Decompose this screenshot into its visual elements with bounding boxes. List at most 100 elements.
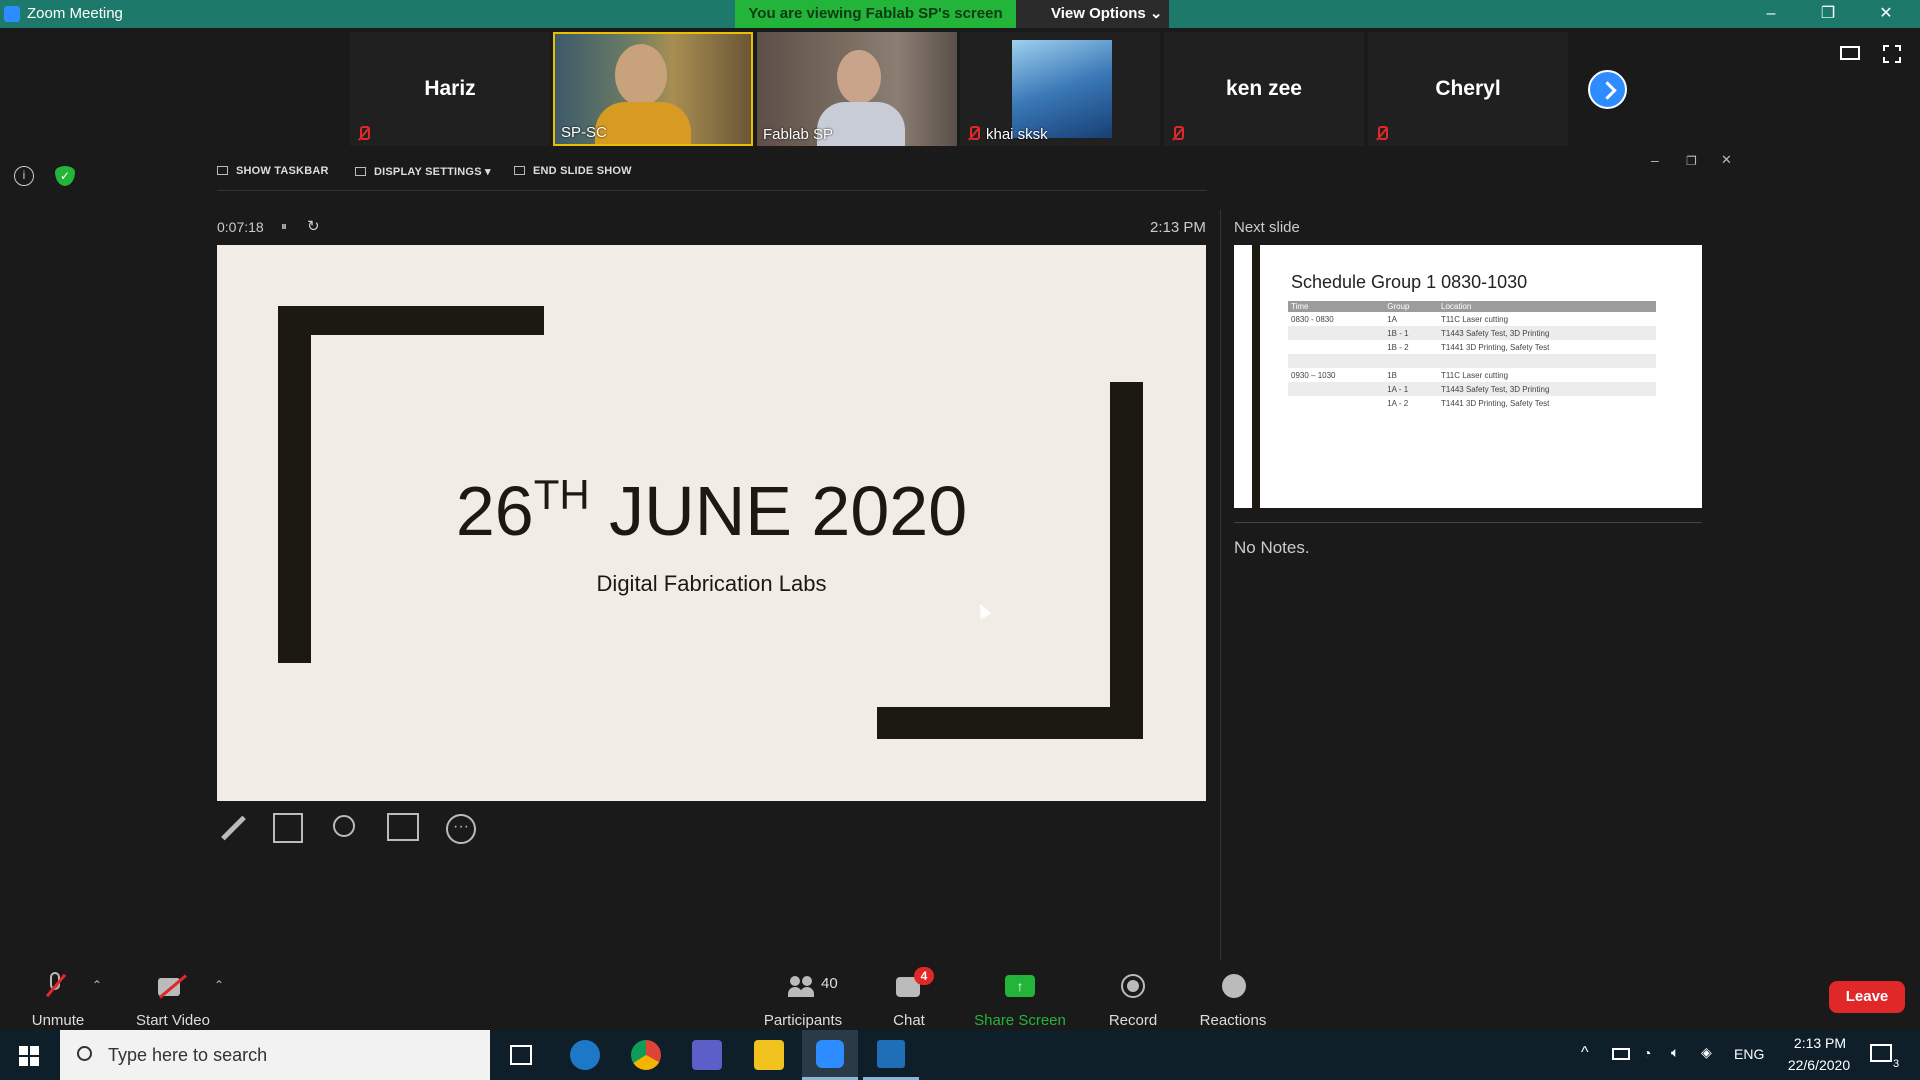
mic-muted-icon: [1170, 126, 1184, 142]
edge-browser-icon[interactable]: [570, 1040, 600, 1070]
table-cell: 1A - 1: [1384, 382, 1439, 396]
teams-icon[interactable]: [692, 1040, 722, 1070]
record-button[interactable]: Record: [1106, 1012, 1160, 1029]
table-cell: 1A - 2: [1387, 398, 1409, 408]
participant-tile[interactable]: khai sksk: [960, 32, 1160, 146]
unmute-button[interactable]: Unmute: [28, 1012, 88, 1029]
table-header: Location: [1438, 301, 1656, 312]
audio-options-caret-icon[interactable]: ⌃: [92, 978, 102, 992]
table-row: 1B - 2 T1441 3D Printing, Safety Test: [1288, 340, 1656, 354]
dropbox-icon[interactable]: ◈: [1701, 1044, 1712, 1061]
notes-divider: [1234, 522, 1702, 523]
share-screen-button[interactable]: Share Screen: [972, 1012, 1068, 1029]
participant-tile[interactable]: Hariz: [350, 32, 550, 146]
record-icon: [1121, 974, 1145, 998]
taskbar-time[interactable]: 2:13 PM: [1785, 1035, 1855, 1051]
participant-tile[interactable]: Fablab SP: [757, 32, 957, 146]
next-slide-preview[interactable]: Schedule Group 1 0830-1030 Time Group Lo…: [1234, 245, 1702, 508]
leave-meeting-button[interactable]: Leave: [1829, 981, 1905, 1013]
security-shield-icon[interactable]: ✓: [55, 166, 75, 186]
next-page-arrow-icon[interactable]: [1588, 70, 1627, 109]
table-cell: 1A: [1387, 314, 1398, 324]
participant-label: SP-SC: [561, 124, 607, 141]
minimize-button[interactable]: –: [1743, 0, 1799, 28]
video-options-caret-icon[interactable]: ⌃: [214, 978, 224, 992]
participant-face: [837, 50, 881, 104]
chat-button[interactable]: Chat: [889, 1012, 929, 1029]
slide-bracket-right: [1110, 382, 1143, 739]
photos-taskbar-button[interactable]: [863, 1030, 919, 1080]
slide-title-day: 26: [455, 472, 534, 550]
presenter-minimize-button[interactable]: –: [1651, 152, 1659, 168]
presenter-restore-button[interactable]: ❐: [1686, 154, 1697, 168]
all-slides-icon[interactable]: [273, 813, 303, 843]
chrome-browser-icon[interactable]: [631, 1040, 661, 1070]
pane-divider: [1220, 210, 1221, 964]
viewing-screen-banner: You are viewing Fablab SP's screen: [735, 0, 1016, 28]
mic-muted-icon: [44, 972, 68, 1002]
participants-button[interactable]: Participants: [760, 1012, 846, 1029]
notifications-count: 3: [1893, 1058, 1900, 1070]
view-layout-icon[interactable]: [1840, 46, 1860, 60]
pen-tool-icon[interactable]: [218, 813, 248, 843]
start-video-button[interactable]: Start Video: [133, 1012, 213, 1029]
battery-icon[interactable]: [1612, 1048, 1630, 1060]
presenter-divider: [217, 190, 1207, 191]
table-row: 0830 - 0830 1A T11C Laser cutting: [1288, 312, 1656, 326]
zoom-magnifier-icon[interactable]: [333, 815, 355, 837]
close-button[interactable]: ✕: [1858, 0, 1914, 28]
participant-name: Cheryl: [1435, 77, 1501, 100]
end-slide-show-button[interactable]: END SLIDE SHOW: [514, 165, 632, 177]
show-hidden-icons-icon[interactable]: ^: [1581, 1044, 1589, 1062]
speaker-notes: No Notes.: [1234, 538, 1310, 557]
table-cell: [1288, 354, 1385, 368]
end-show-icon: [514, 166, 525, 175]
more-options-icon[interactable]: ···: [446, 814, 476, 844]
table-cell: [1384, 354, 1439, 368]
table-cell: [1438, 354, 1656, 368]
table-cell: [1288, 340, 1384, 354]
view-options-button[interactable]: View Options ⌄: [1016, 0, 1169, 28]
mic-muted-icon: [966, 126, 980, 142]
table-row: 1A - 1 T1443 Safety Test, 3D Printing: [1288, 382, 1656, 396]
table-cell: T1443 Safety Test, 3D Printing: [1438, 326, 1656, 340]
notifications-icon[interactable]: [1870, 1044, 1892, 1062]
meeting-info-icon[interactable]: i: [14, 166, 34, 186]
file-explorer-icon[interactable]: [754, 1040, 784, 1070]
language-indicator[interactable]: ENG: [1734, 1046, 1764, 1062]
presenter-close-button[interactable]: ✕: [1721, 152, 1732, 168]
show-taskbar-button[interactable]: SHOW TASKBAR: [217, 165, 329, 177]
pause-timer-button[interactable]: ⏸: [281, 219, 287, 234]
end-slide-show-label: END SLIDE SHOW: [533, 165, 632, 177]
taskbar-date[interactable]: 22/6/2020: [1776, 1057, 1862, 1073]
participant-tile[interactable]: SP-SC: [553, 32, 753, 146]
table-cell: T11C Laser cutting: [1441, 370, 1509, 380]
wifi-icon[interactable]: ◔: [1643, 1045, 1651, 1061]
meeting-toolbar: [0, 960, 1920, 1030]
participant-tile[interactable]: Cheryl: [1368, 32, 1568, 146]
table-cell: 1B: [1387, 370, 1398, 380]
participants-count: 40: [821, 975, 838, 992]
display-settings-label: DISPLAY SETTINGS ▾: [374, 166, 491, 178]
reactions-button[interactable]: Reactions: [1198, 1012, 1268, 1029]
restore-button[interactable]: ❐: [1800, 0, 1856, 28]
taskbar-search-input[interactable]: Type here to search: [60, 1030, 490, 1080]
share-screen-icon: ↑: [1005, 975, 1035, 997]
table-cell: 1B - 2: [1387, 342, 1409, 352]
volume-icon[interactable]: 🔈︎: [1671, 1044, 1679, 1061]
slide-title: 26TH JUNE 2020: [217, 471, 1206, 551]
table-cell: T1441 3D Printing, Safety Test: [1441, 398, 1550, 408]
display-settings-button[interactable]: DISPLAY SETTINGS ▾: [355, 165, 491, 178]
windows-start-icon[interactable]: [19, 1046, 39, 1066]
participant-tile[interactable]: ken zee: [1164, 32, 1364, 146]
current-slide[interactable]: 26TH JUNE 2020 Digital Fabrication Labs: [217, 245, 1206, 801]
participant-shirt: [595, 102, 691, 144]
fullscreen-icon[interactable]: [1883, 45, 1901, 63]
task-view-icon[interactable]: [510, 1045, 532, 1065]
reset-timer-button[interactable]: ↻: [307, 217, 320, 235]
reactions-icon: [1222, 974, 1246, 998]
zoom-taskbar-button[interactable]: [802, 1030, 858, 1080]
pointer-options-icon[interactable]: [387, 813, 419, 841]
next-slide-bar: [1252, 245, 1260, 508]
zoom-app-icon: [4, 6, 20, 22]
